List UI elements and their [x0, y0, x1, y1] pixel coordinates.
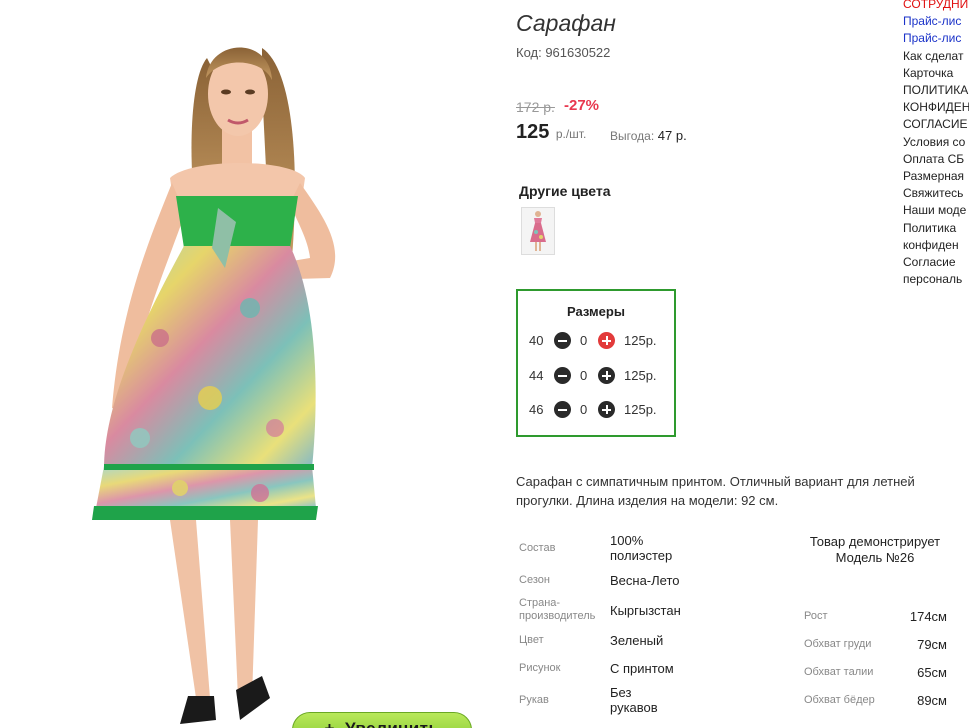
property-label: Рисунок	[519, 662, 561, 674]
minus-icon	[558, 339, 567, 342]
model-param-label: Обхват талии	[804, 666, 874, 678]
side-link[interactable]: Политика	[903, 220, 969, 237]
size-value: 44	[529, 368, 544, 383]
side-link[interactable]: Как сделат	[903, 48, 969, 65]
property-value: 100% полиэстер	[610, 533, 673, 563]
price-unit: р./шт.	[555, 127, 587, 141]
plus-icon: +	[325, 719, 335, 728]
size-value: 46	[529, 402, 544, 417]
side-link[interactable]: Прайс-лис	[903, 30, 969, 47]
product-title: Сарафан	[516, 10, 616, 36]
product-description: Сарафан с симпатичным принтом. Отличный …	[516, 474, 915, 508]
side-link[interactable]: Карточка	[903, 65, 969, 82]
side-link[interactable]: Размерная	[903, 168, 969, 185]
size-row: 44 0 125р.	[518, 366, 674, 386]
side-link[interactable]: Свяжитесь	[903, 185, 969, 202]
increase-quantity-button[interactable]	[598, 367, 615, 384]
side-link[interactable]: КОНФИДЕН	[903, 99, 969, 116]
model-param-value: 174см	[909, 609, 947, 624]
model-param-value: 79см	[917, 637, 947, 652]
sizes-title: Размеры	[567, 304, 625, 319]
property-value: С принтом	[610, 661, 674, 676]
benefit-label: Выгода:	[610, 129, 655, 143]
color-variant-thumbnail[interactable]	[521, 207, 555, 255]
decrease-quantity-button[interactable]	[554, 401, 571, 418]
size-price: 125р.	[624, 333, 657, 348]
size-price: 125р.	[624, 402, 657, 417]
model-param-label: Обхват груди	[804, 638, 872, 650]
discount-badge: -27%	[564, 97, 600, 114]
other-colors-title: Другие цвета	[519, 183, 611, 199]
model-param-label: Обхват бёдер	[804, 694, 875, 706]
price-value: 125	[516, 121, 550, 143]
zoom-button[interactable]: + Увеличить	[292, 712, 472, 728]
property-label: Рукав	[519, 694, 549, 706]
property-value: Зеленый	[610, 633, 664, 648]
dress-model-illustration	[92, 47, 336, 724]
benefit-value: 47 р.	[657, 128, 687, 143]
side-link[interactable]: СОТРУДНИ	[903, 0, 969, 13]
property-value: Без рукавов	[610, 685, 658, 715]
old-price: 172 р.	[516, 99, 555, 115]
benefit: Выгода: 47 р.	[610, 128, 687, 143]
model-info-title: Товар демонстрирует Модель №26	[809, 534, 941, 565]
side-link[interactable]: Оплата СБ	[903, 151, 969, 168]
model-param-label: Рост	[804, 610, 828, 622]
property-value: Весна-Лето	[610, 573, 680, 588]
minus-icon	[558, 408, 567, 411]
quantity-value: 0	[580, 368, 588, 383]
size-row: 46 0 125р.	[518, 400, 674, 420]
price: 125 р./шт.	[516, 121, 586, 144]
side-links-menu: СОТРУДНИ Прайс-лис Прайс-лис Как сделат …	[903, 0, 969, 288]
model-param-value: 89см	[917, 693, 947, 708]
side-link[interactable]: СОГЛАСИЕ	[903, 116, 969, 133]
increase-quantity-button[interactable]	[598, 332, 615, 349]
product-photo[interactable]: + Увеличить	[0, 8, 484, 728]
property-label: Сезон	[519, 574, 550, 586]
side-link[interactable]: Наши моде	[903, 202, 969, 219]
side-link[interactable]: Согласие	[903, 254, 969, 271]
side-link[interactable]: конфиден	[903, 237, 969, 254]
zoom-button-label: Увеличить	[345, 719, 439, 728]
property-label: Состав	[519, 542, 556, 554]
model-param-value: 65см	[917, 665, 947, 680]
quantity-value: 0	[580, 402, 588, 417]
property-label: Цвет	[519, 634, 544, 646]
side-link[interactable]: Прайс-лис	[903, 13, 969, 30]
property-value: Кыргызстан	[610, 603, 681, 618]
size-value: 40	[529, 333, 544, 348]
minus-icon	[558, 374, 567, 377]
side-link[interactable]: ПОЛИТИКА	[903, 82, 969, 99]
property-label: Страна-производитель	[519, 597, 596, 622]
side-link[interactable]: персональ	[903, 271, 969, 288]
decrease-quantity-button[interactable]	[554, 332, 571, 349]
sizes-panel: Размеры 40 0 125р. 44 0 125р. 46 0 125р.	[516, 289, 676, 437]
increase-quantity-button[interactable]	[598, 401, 615, 418]
side-link[interactable]: Условия со	[903, 134, 969, 151]
dress-thumbnail-image	[530, 211, 546, 251]
product-code: Код: 961630522	[516, 45, 611, 60]
quantity-value: 0	[580, 333, 588, 348]
decrease-quantity-button[interactable]	[554, 367, 571, 384]
size-row: 40 0 125р.	[518, 331, 674, 351]
size-price: 125р.	[624, 368, 657, 383]
